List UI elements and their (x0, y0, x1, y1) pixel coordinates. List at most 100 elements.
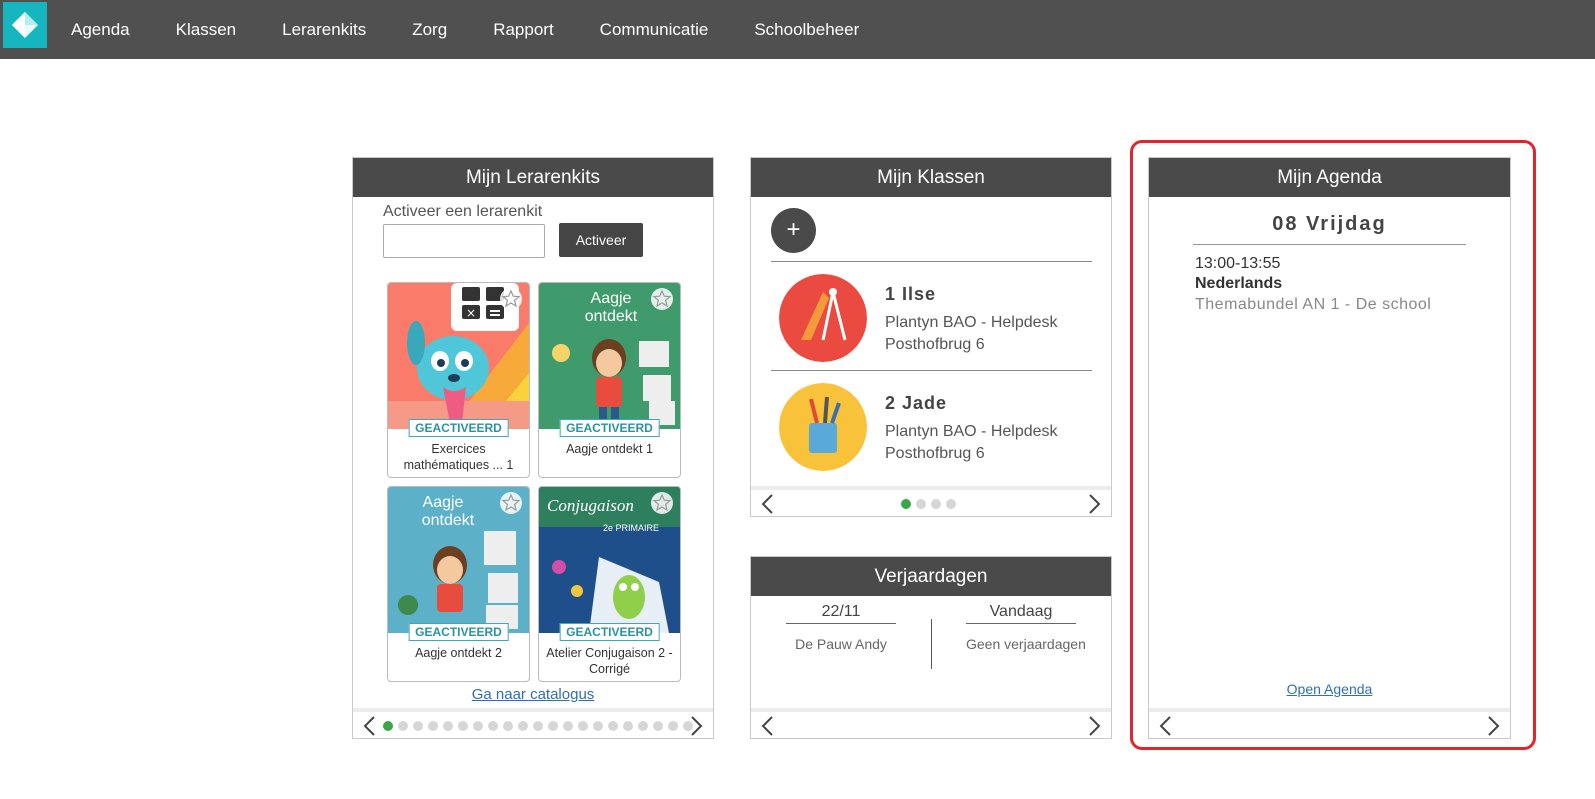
verjaardagen-title: Verjaardagen (751, 557, 1111, 596)
kits-pager (353, 708, 713, 738)
activated-badge: GEACTIVEERD (408, 623, 509, 641)
chevron-right-icon[interactable] (1482, 714, 1504, 738)
activated-badge: GEACTIVEERD (559, 623, 660, 641)
nav-schoolbeheer[interactable]: Schoolbeheer (731, 3, 882, 57)
pager-dot[interactable] (473, 721, 483, 731)
agenda-description: Themabundel AN 1 - De school (1195, 296, 1432, 313)
pager-dot[interactable] (593, 721, 603, 731)
activated-badge: GEACTIVEERD (559, 419, 660, 437)
favorite-star-icon[interactable] (650, 491, 674, 515)
pager-dot[interactable] (946, 499, 956, 509)
favorite-star-icon[interactable] (650, 287, 674, 311)
pager-dot[interactable] (413, 721, 423, 731)
add-class-button[interactable]: + (771, 208, 816, 253)
class-school: Plantyn BAO - Helpdesk (885, 423, 1058, 440)
chevron-right-icon[interactable] (685, 714, 707, 738)
plus-icon: + (786, 216, 801, 243)
pager-dot[interactable] (608, 721, 618, 731)
svg-text:ontdekt: ontdekt (422, 512, 475, 529)
nav-agenda[interactable]: Agenda (48, 3, 153, 57)
chevron-left-icon[interactable] (359, 714, 381, 738)
pager-dot[interactable] (428, 721, 438, 731)
favorite-star-icon[interactable] (499, 287, 523, 311)
svg-text:Conjugaison: Conjugaison (547, 496, 634, 515)
pager-dot[interactable] (383, 721, 393, 731)
favorite-star-icon[interactable] (499, 491, 523, 515)
chevron-left-icon[interactable] (1155, 714, 1177, 738)
lerarenkits-panel: Mijn Lerarenkits Activeer een lerarenkit… (352, 157, 714, 739)
pencil-cup-icon (779, 383, 867, 471)
pager-dot[interactable] (623, 721, 633, 731)
chevron-right-icon[interactable] (1083, 492, 1105, 516)
class-item[interactable]: 2 Jade Plantyn BAO - Helpdesk Posthofbru… (771, 375, 1092, 475)
pager-dots (901, 499, 956, 509)
nav-lerarenkits[interactable]: Lerarenkits (259, 3, 389, 57)
klassen-panel: Mijn Klassen + 1 Ilse Plantyn BAO - Help… (750, 157, 1112, 517)
klassen-title: Mijn Klassen (751, 158, 1111, 197)
class-school: Plantyn BAO - Helpdesk (885, 314, 1058, 331)
pager-dots (383, 721, 693, 731)
kit-card[interactable]: Aagje ontdekt GEACTIVEERD Aagje ontdekt … (538, 282, 681, 478)
lerarenkits-title: Mijn Lerarenkits (353, 158, 713, 197)
activated-badge: GEACTIVEERD (408, 419, 509, 437)
pager-dot[interactable] (668, 721, 678, 731)
pager-dot[interactable] (488, 721, 498, 731)
birthday-column-today: Vandaag Geen verjaardagen (966, 603, 1086, 652)
pager-dot[interactable] (398, 721, 408, 731)
agenda-subject[interactable]: Nederlands (1195, 275, 1282, 293)
birthday-date: 22/11 (786, 603, 896, 624)
kit-title: Atelier Conjugaison 2 - Corrigé (546, 646, 673, 676)
svg-text:Aagje: Aagje (423, 494, 464, 511)
chevron-left-icon[interactable] (757, 492, 779, 516)
kit-card[interactable]: Conjugaison 2e PRIMAIRE GEACTIVEERD Atel… (538, 486, 681, 682)
pager-dot[interactable] (578, 721, 588, 731)
class-address: Posthofbrug 6 (885, 336, 985, 353)
nav-klassen[interactable]: Klassen (153, 3, 259, 57)
divider (931, 619, 932, 669)
kit-title: Exercices mathématiques ... 1 (403, 442, 514, 472)
verjaardagen-pager (751, 708, 1111, 738)
kit-card[interactable]: Aagje ontdekt GEACTIVEERD Aagje ontdekt … (387, 486, 530, 682)
agenda-title: Mijn Agenda (1149, 158, 1510, 197)
pager-dot[interactable] (548, 721, 558, 731)
main-nav: Agenda Klassen Lerarenkits Zorg Rapport … (48, 0, 882, 59)
catalog-link[interactable]: Ga naar catalogus (353, 686, 713, 703)
pager-dot[interactable] (563, 721, 573, 731)
class-item[interactable]: 1 Ilse Plantyn BAO - Helpdesk Posthofbru… (771, 266, 1092, 366)
birthday-name: De Pauw Andy (795, 636, 887, 652)
divider (771, 370, 1092, 371)
pager-dot[interactable] (443, 721, 453, 731)
pager-dot[interactable] (503, 721, 513, 731)
birthday-column-date: 22/11 De Pauw Andy (786, 603, 896, 652)
pager-dot[interactable] (653, 721, 663, 731)
agenda-pager (1149, 708, 1510, 738)
chevron-left-icon[interactable] (757, 714, 779, 738)
activate-kit-input[interactable] (383, 224, 545, 258)
nav-rapport[interactable]: Rapport (470, 3, 576, 57)
pager-dot[interactable] (518, 721, 528, 731)
kit-card[interactable]: × GEACTIVEERD Exercices mathématiques ..… (387, 282, 530, 478)
pager-dot[interactable] (533, 721, 543, 731)
activate-label: Activeer een lerarenkit (383, 203, 543, 220)
activate-button[interactable]: Activeer (559, 223, 643, 257)
pager-dot[interactable] (458, 721, 468, 731)
svg-text:ontdekt: ontdekt (585, 308, 638, 325)
pager-dot[interactable] (901, 499, 911, 509)
pager-dot[interactable] (916, 499, 926, 509)
class-name: 1 Ilse (885, 284, 937, 304)
kit-title: Aagje ontdekt 2 (415, 646, 502, 660)
agenda-panel: Mijn Agenda 08 Vrijdag 13:00-13:55 Neder… (1148, 157, 1511, 739)
pager-dot[interactable] (638, 721, 648, 731)
nav-zorg[interactable]: Zorg (389, 3, 470, 57)
top-navigation-bar: Agenda Klassen Lerarenkits Zorg Rapport … (0, 0, 1595, 59)
open-agenda-link[interactable]: Open Agenda (1149, 681, 1510, 697)
pager-dot[interactable] (931, 499, 941, 509)
nav-communicatie[interactable]: Communicatie (577, 3, 732, 57)
diamond-logo-icon[interactable] (3, 2, 47, 48)
class-address: Posthofbrug 6 (885, 445, 985, 462)
chevron-right-icon[interactable] (1083, 714, 1105, 738)
class-name: 2 Jade (885, 393, 948, 413)
klassen-pager (751, 486, 1111, 516)
svg-text:2e PRIMAIRE: 2e PRIMAIRE (603, 523, 659, 533)
verjaardagen-panel: Verjaardagen 22/11 De Pauw Andy Vandaag … (750, 556, 1112, 739)
